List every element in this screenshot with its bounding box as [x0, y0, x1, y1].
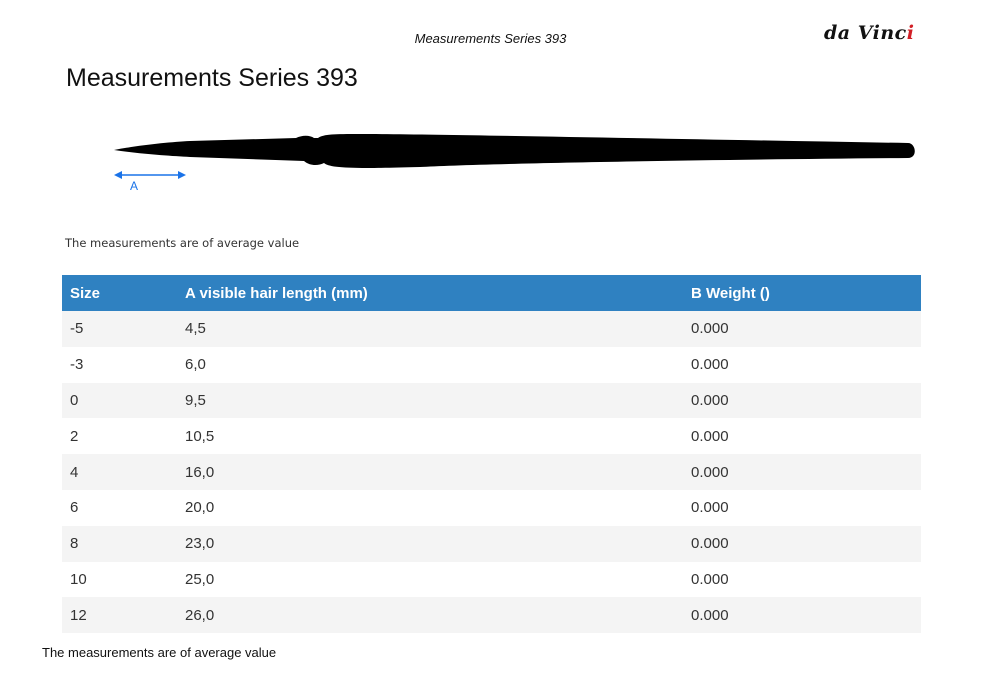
table-row: 10 25,0 0.000	[62, 561, 921, 598]
cell-size: 6	[62, 489, 177, 526]
note-bottom: The measurements are of average value	[42, 645, 277, 660]
column-header-size: Size	[62, 275, 177, 311]
measurements-table: Size A visible hair length (mm) B Weight…	[62, 275, 921, 634]
cell-hair-length: 6,0	[177, 346, 683, 383]
cell-weight: 0.000	[683, 311, 921, 347]
cell-hair-length: 10,5	[177, 418, 683, 455]
table-row: -5 4,5 0.000	[62, 311, 921, 347]
column-header-weight: B Weight ()	[683, 275, 921, 311]
table-header-row: Size A visible hair length (mm) B Weight…	[62, 275, 921, 311]
cell-hair-length: 16,0	[177, 454, 683, 490]
cell-size: 4	[62, 454, 177, 490]
cell-weight: 0.000	[683, 418, 921, 455]
cell-hair-length: 23,0	[177, 525, 683, 562]
brush-diagram: A	[114, 134, 915, 193]
cell-hair-length: 20,0	[177, 489, 683, 526]
cell-weight: 0.000	[683, 525, 921, 562]
cell-size: 10	[62, 561, 177, 598]
cell-size: 0	[62, 382, 177, 419]
brand-logo-text: da Vinci	[824, 22, 915, 44]
cell-size: 2	[62, 418, 177, 455]
table-row: 6 20,0 0.000	[62, 489, 921, 526]
table-row: 8 23,0 0.000	[62, 525, 921, 562]
table-row: 12 26,0 0.000	[62, 597, 921, 634]
brush-silhouette	[114, 134, 915, 168]
page-title: Measurements Series 393	[66, 64, 358, 92]
cell-weight: 0.000	[683, 382, 921, 419]
cell-weight: 0.000	[683, 489, 921, 526]
cell-size: -5	[62, 311, 177, 347]
cell-size: 8	[62, 525, 177, 562]
cell-hair-length: 4,5	[177, 311, 683, 347]
note-top: The measurements are of average value	[65, 236, 300, 250]
table-row: 4 16,0 0.000	[62, 454, 921, 490]
dimension-arrow-a	[114, 171, 186, 179]
brand-logo: da Vinci	[824, 22, 914, 44]
cell-hair-length: 9,5	[177, 382, 683, 419]
cell-size: 12	[62, 597, 177, 634]
cell-weight: 0.000	[683, 454, 921, 490]
cell-weight: 0.000	[683, 561, 921, 598]
table-row: 0 9,5 0.000	[62, 382, 921, 419]
cell-weight: 0.000	[683, 597, 921, 634]
table-row: 2 10,5 0.000	[62, 418, 921, 455]
cell-size: -3	[62, 346, 177, 383]
dimension-label-a: A	[130, 179, 138, 193]
table-row: -3 6,0 0.000	[62, 346, 921, 383]
column-header-hair-length: A visible hair length (mm)	[177, 275, 683, 311]
cell-weight: 0.000	[683, 346, 921, 383]
cell-hair-length: 26,0	[177, 597, 683, 634]
cell-hair-length: 25,0	[177, 561, 683, 598]
